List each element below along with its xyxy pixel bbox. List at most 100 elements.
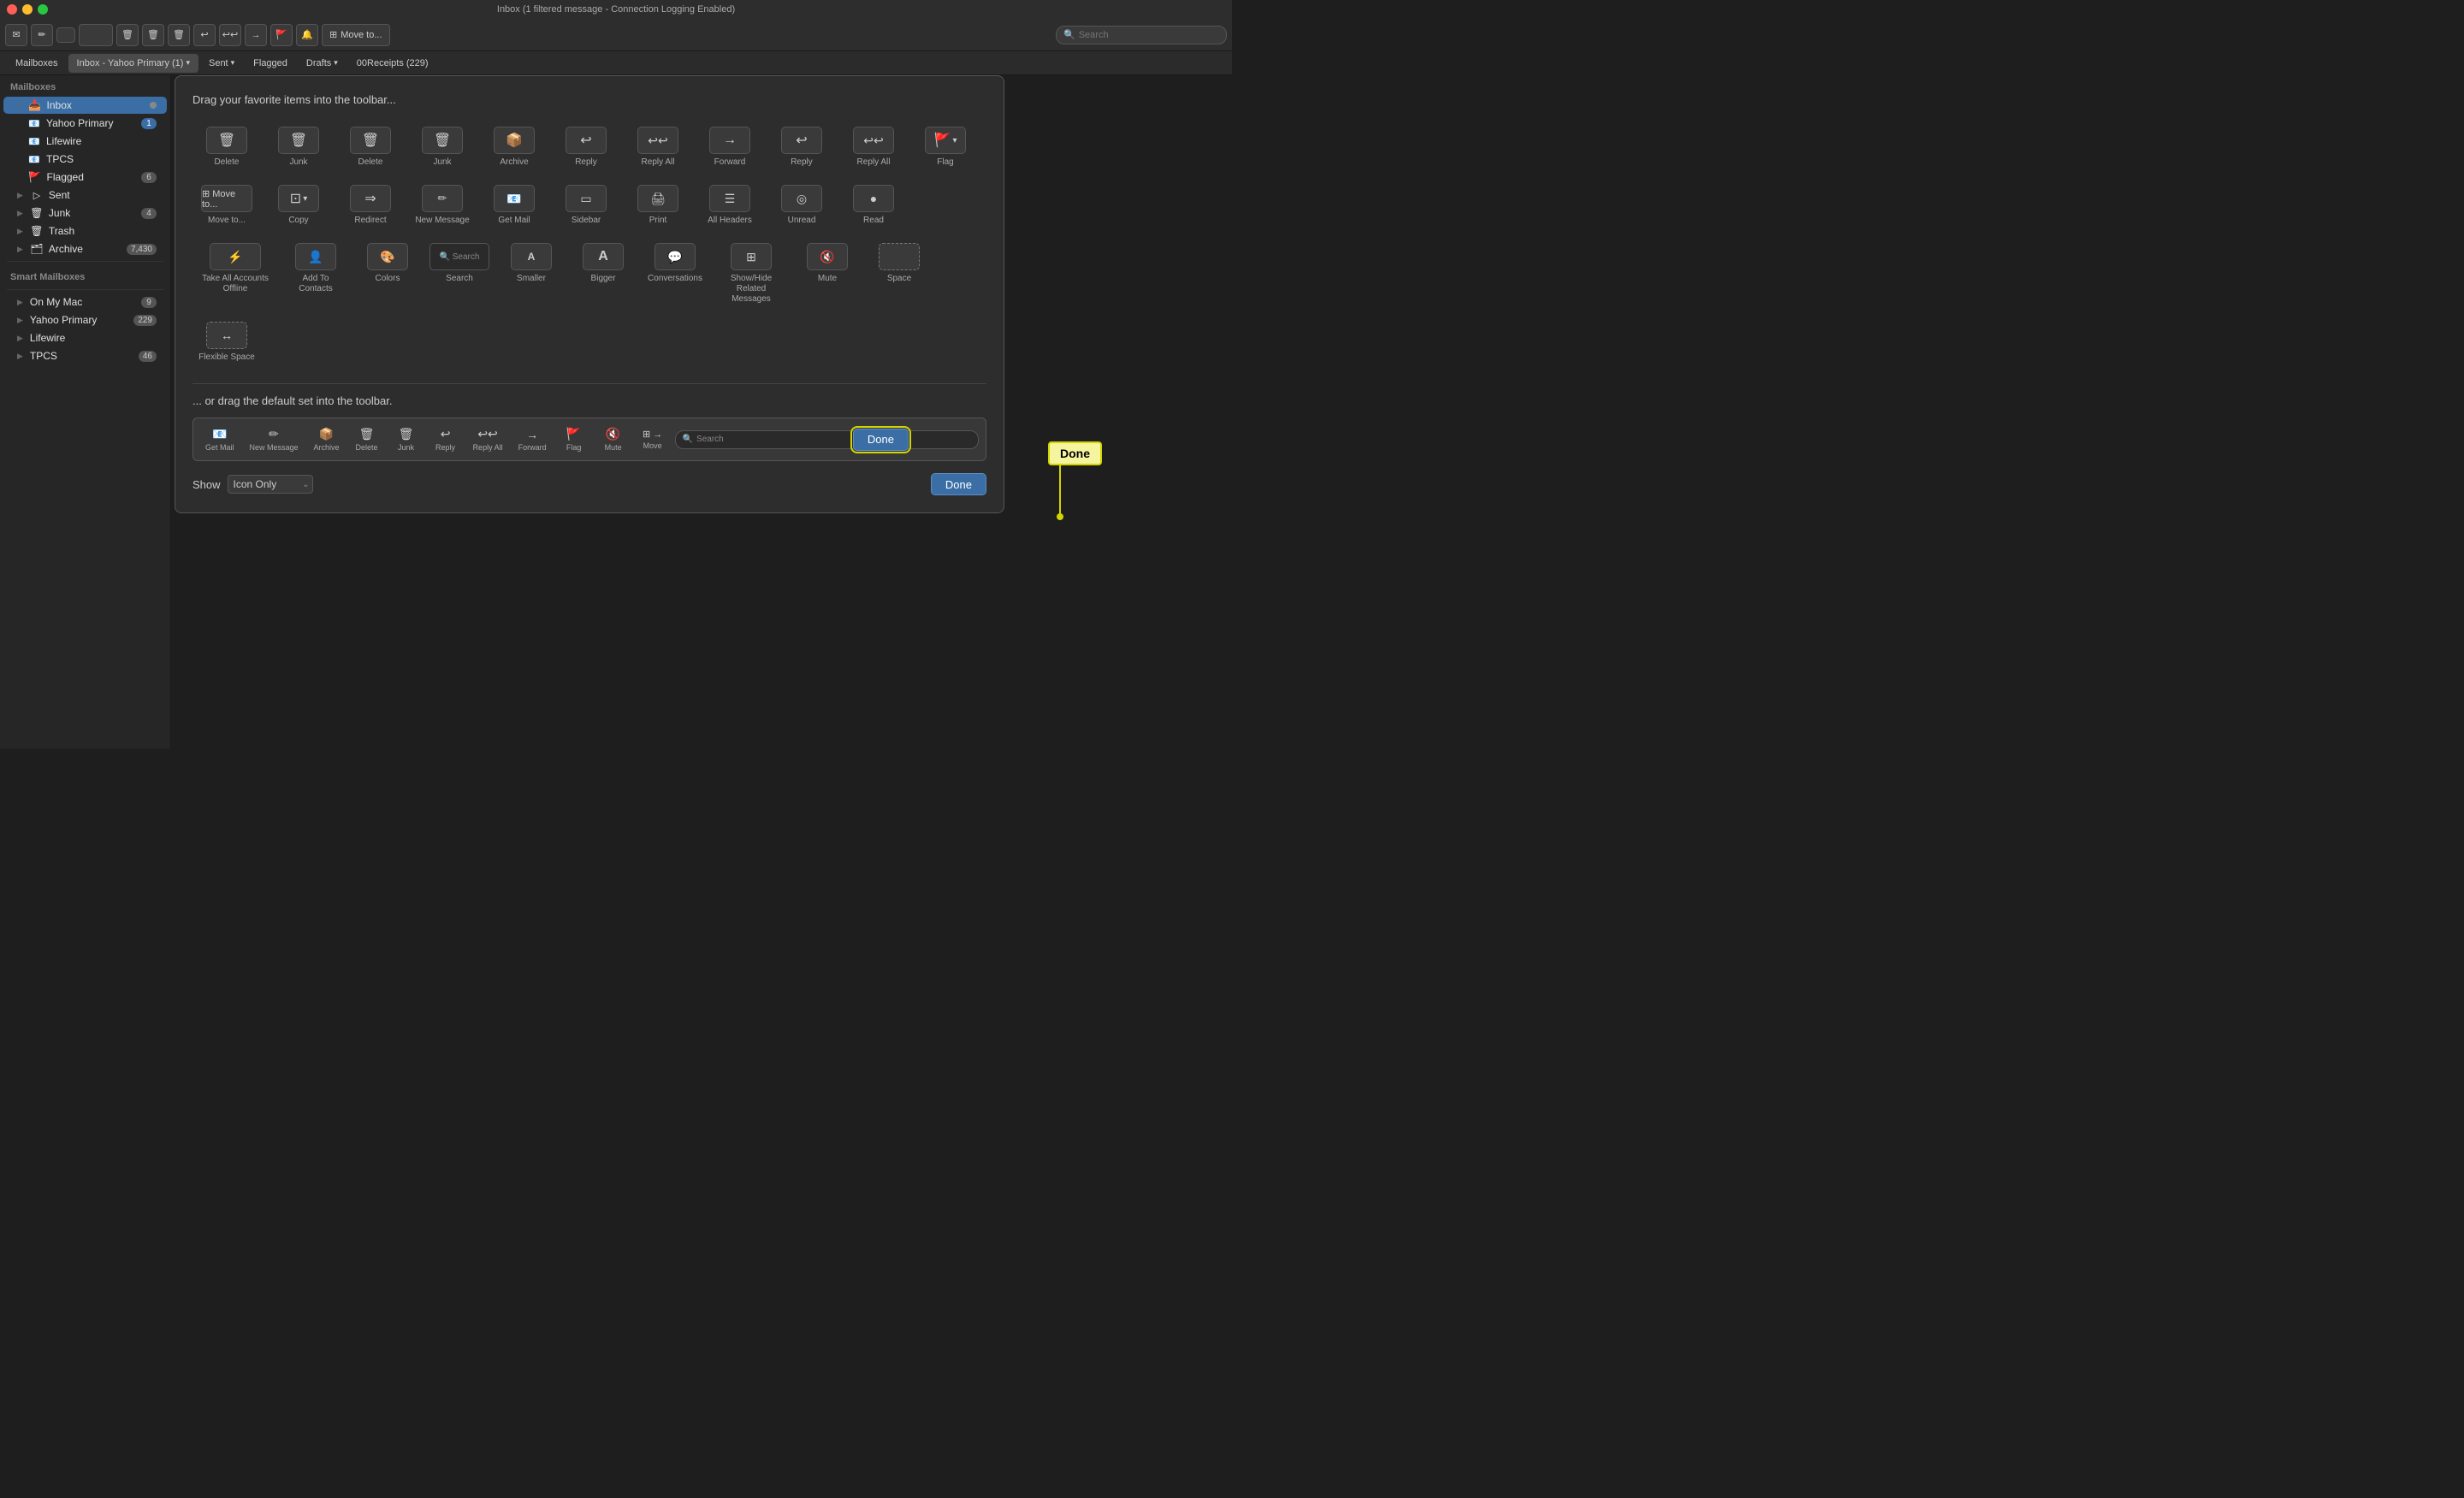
default-forward[interactable]: → Forward (513, 424, 552, 455)
tool-unread[interactable]: ◎ Unread (767, 178, 836, 233)
sidebar-item-tpcs[interactable]: 📧 TPCS (3, 151, 167, 168)
tool-bigger[interactable]: A Bigger (569, 236, 637, 311)
tool-add-contacts[interactable]: 👤 Add To Contacts (281, 236, 350, 311)
tool-reply-all2[interactable]: ↩↩ Reply All (839, 120, 908, 175)
search-input[interactable] (1079, 30, 1216, 40)
sidebar-item-tpcs-section[interactable]: ▶ TPCS 46 (3, 347, 167, 364)
delete-toolbar-2[interactable]: 🗑 (142, 24, 164, 46)
default-junk-label: Junk (398, 443, 414, 452)
tool-reply[interactable]: ↩ Reply (552, 120, 620, 175)
tab-drafts[interactable]: Drafts ▾ (298, 54, 346, 73)
tool-redirect[interactable]: ⇒ Redirect (336, 178, 405, 233)
tool-junk2[interactable]: 🗑 Junk (408, 120, 477, 175)
redo-button[interactable]: → (245, 24, 267, 46)
tab-flagged[interactable]: Flagged (245, 54, 296, 73)
default-new-message[interactable]: ✏ New Message (245, 423, 304, 455)
mail-icon-button[interactable]: ✉ (5, 24, 27, 46)
tool-get-mail[interactable]: 📧 Get Mail (480, 178, 548, 233)
delete-toolbar-1[interactable]: 🗑 (116, 24, 139, 46)
tab-drafts-label: Drafts (306, 58, 331, 68)
tool-flag[interactable]: 🚩 ▾ Flag (911, 120, 980, 175)
rect-button-1[interactable] (56, 27, 75, 43)
default-junk[interactable]: 🗑 Junk (389, 423, 424, 455)
tool-reply2[interactable]: ↩ Reply (767, 120, 836, 175)
copy-chevron: ▾ (303, 194, 307, 204)
tool-mute[interactable]: 🔇 Mute (793, 236, 862, 311)
delete-toolbar-3[interactable]: 🗑 (168, 24, 190, 46)
tool-all-headers[interactable]: ☰ All Headers (696, 178, 764, 233)
undo-all-button[interactable]: ↩↩ (219, 24, 241, 46)
tool-delete1[interactable]: 🗑 Delete (192, 120, 261, 175)
tool-space[interactable]: Space (865, 236, 933, 311)
sidebar-item-trash[interactable]: ▶ 🗑 Trash (3, 222, 167, 240)
tool-new-message[interactable]: ✏ New Message (408, 178, 477, 233)
new-message-icon: ✏ (438, 192, 447, 205)
sidebar-section-smart: Smart Mailboxes (0, 265, 170, 286)
tool-take-all-offline[interactable]: ⚡ Take All Accounts Offline (192, 236, 278, 311)
tab-flagged-label: Flagged (253, 58, 287, 68)
tab-receipts[interactable]: 00Receipts (229) (348, 54, 437, 73)
tool-show-hide[interactable]: ⊞ Show/Hide Related Messages (713, 236, 790, 311)
tpcs-label: TPCS (46, 153, 157, 165)
sidebar-item-flagged[interactable]: ▾ 🚩 Flagged 6 (3, 169, 167, 186)
tab-sent[interactable]: Sent ▾ (200, 54, 243, 73)
close-button[interactable] (7, 4, 17, 15)
undo-button[interactable]: ↩ (193, 24, 216, 46)
sidebar-item-archive[interactable]: ▶ 🗂 Archive 7,430 (3, 240, 167, 258)
default-flag[interactable]: 🚩 Flag (557, 423, 591, 455)
tool-smaller[interactable]: A Smaller (497, 236, 566, 311)
tpcs-section-label: TPCS (30, 350, 133, 362)
lifewire-section-label: Lifewire (30, 332, 157, 344)
tool-read[interactable]: ● Read (839, 178, 908, 233)
tab-mailboxes[interactable]: Mailboxes (7, 54, 67, 73)
show-select-wrapper[interactable]: Icon Only Icon and Text Text Only (228, 475, 313, 494)
tool-colors[interactable]: 🎨 Colors (353, 236, 422, 311)
minimize-button[interactable] (22, 4, 33, 15)
compose-button[interactable]: ✏ (31, 24, 53, 46)
tool-conversations[interactable]: 💬 Conversations (641, 236, 709, 311)
rect-button-2[interactable] (79, 24, 113, 46)
default-archive-label: Archive (314, 443, 340, 452)
archive-tool-label: Archive (500, 157, 528, 168)
sidebar-item-yahoo-primary[interactable]: 📧 Yahoo Primary 1 (3, 115, 167, 132)
tool-move-to[interactable]: ⊞ Move to... Move to... (192, 178, 261, 233)
sidebar-tool-label: Sidebar (572, 216, 601, 226)
trash-label: Trash (49, 225, 157, 237)
tool-reply-all[interactable]: ↩↩ Reply All (624, 120, 692, 175)
default-reply[interactable]: ↩ Reply (429, 423, 463, 455)
tool-search[interactable]: 🔍 Search Search (425, 236, 494, 311)
bigger-icon: A (598, 249, 608, 264)
done-button-strip[interactable]: Done (853, 429, 909, 451)
move-to-toolbar-button[interactable]: ⊞ Move to... (322, 24, 390, 46)
tab-inbox[interactable]: Inbox - Yahoo Primary (1) ▾ (68, 54, 198, 73)
default-mute[interactable]: 🔇 Mute (596, 423, 631, 455)
sidebar-item-inbox[interactable]: ▾ 📥 Inbox (3, 97, 167, 114)
sidebar-divider-1 (7, 261, 163, 262)
sidebar-item-lifewire-section[interactable]: ▶ Lifewire (3, 329, 167, 346)
maximize-button[interactable] (38, 4, 48, 15)
default-delete[interactable]: 🗑 Delete (350, 423, 384, 455)
done-button-main[interactable]: Done (931, 473, 986, 495)
sidebar-item-yahoo-primary-section[interactable]: ▶ Yahoo Primary 229 (3, 311, 167, 329)
tool-archive[interactable]: 📦 Archive (480, 120, 548, 175)
default-move[interactable]: ⊞ → Move (636, 425, 670, 453)
default-reply-all[interactable]: ↩↩ Reply All (468, 423, 508, 455)
show-select[interactable]: Icon Only Icon and Text Text Only (228, 475, 313, 494)
tool-forward[interactable]: → Forward (696, 120, 764, 175)
sidebar-item-on-my-mac[interactable]: ▶ On My Mac 9 (3, 293, 167, 311)
tool-print[interactable]: 🖨 Print (624, 178, 692, 233)
tool-delete2[interactable]: 🗑 Delete (336, 120, 405, 175)
default-archive[interactable]: 📦 Archive (309, 423, 345, 455)
tool-junk1[interactable]: 🗑 Junk (264, 120, 333, 175)
tool-flexible-space[interactable]: ↔ Flexible Space (192, 315, 261, 370)
search-bar[interactable]: 🔍 (1056, 26, 1227, 44)
tab-receipts-label: 00Receipts (229) (357, 58, 429, 68)
tool-copy[interactable]: ⊡ ▾ Copy (264, 178, 333, 233)
sidebar-item-sent[interactable]: ▶ ▷ Sent (3, 187, 167, 204)
sidebar-item-junk[interactable]: ▶ 🗑 Junk 4 (3, 204, 167, 222)
tool-sidebar[interactable]: ▭ Sidebar (552, 178, 620, 233)
default-get-mail[interactable]: 📧 Get Mail (200, 423, 240, 455)
sidebar-item-lifewire[interactable]: 📧 Lifewire (3, 133, 167, 150)
flag-toolbar-button[interactable]: 🚩 (270, 24, 293, 46)
bell-button[interactable]: 🔔 (296, 24, 318, 46)
